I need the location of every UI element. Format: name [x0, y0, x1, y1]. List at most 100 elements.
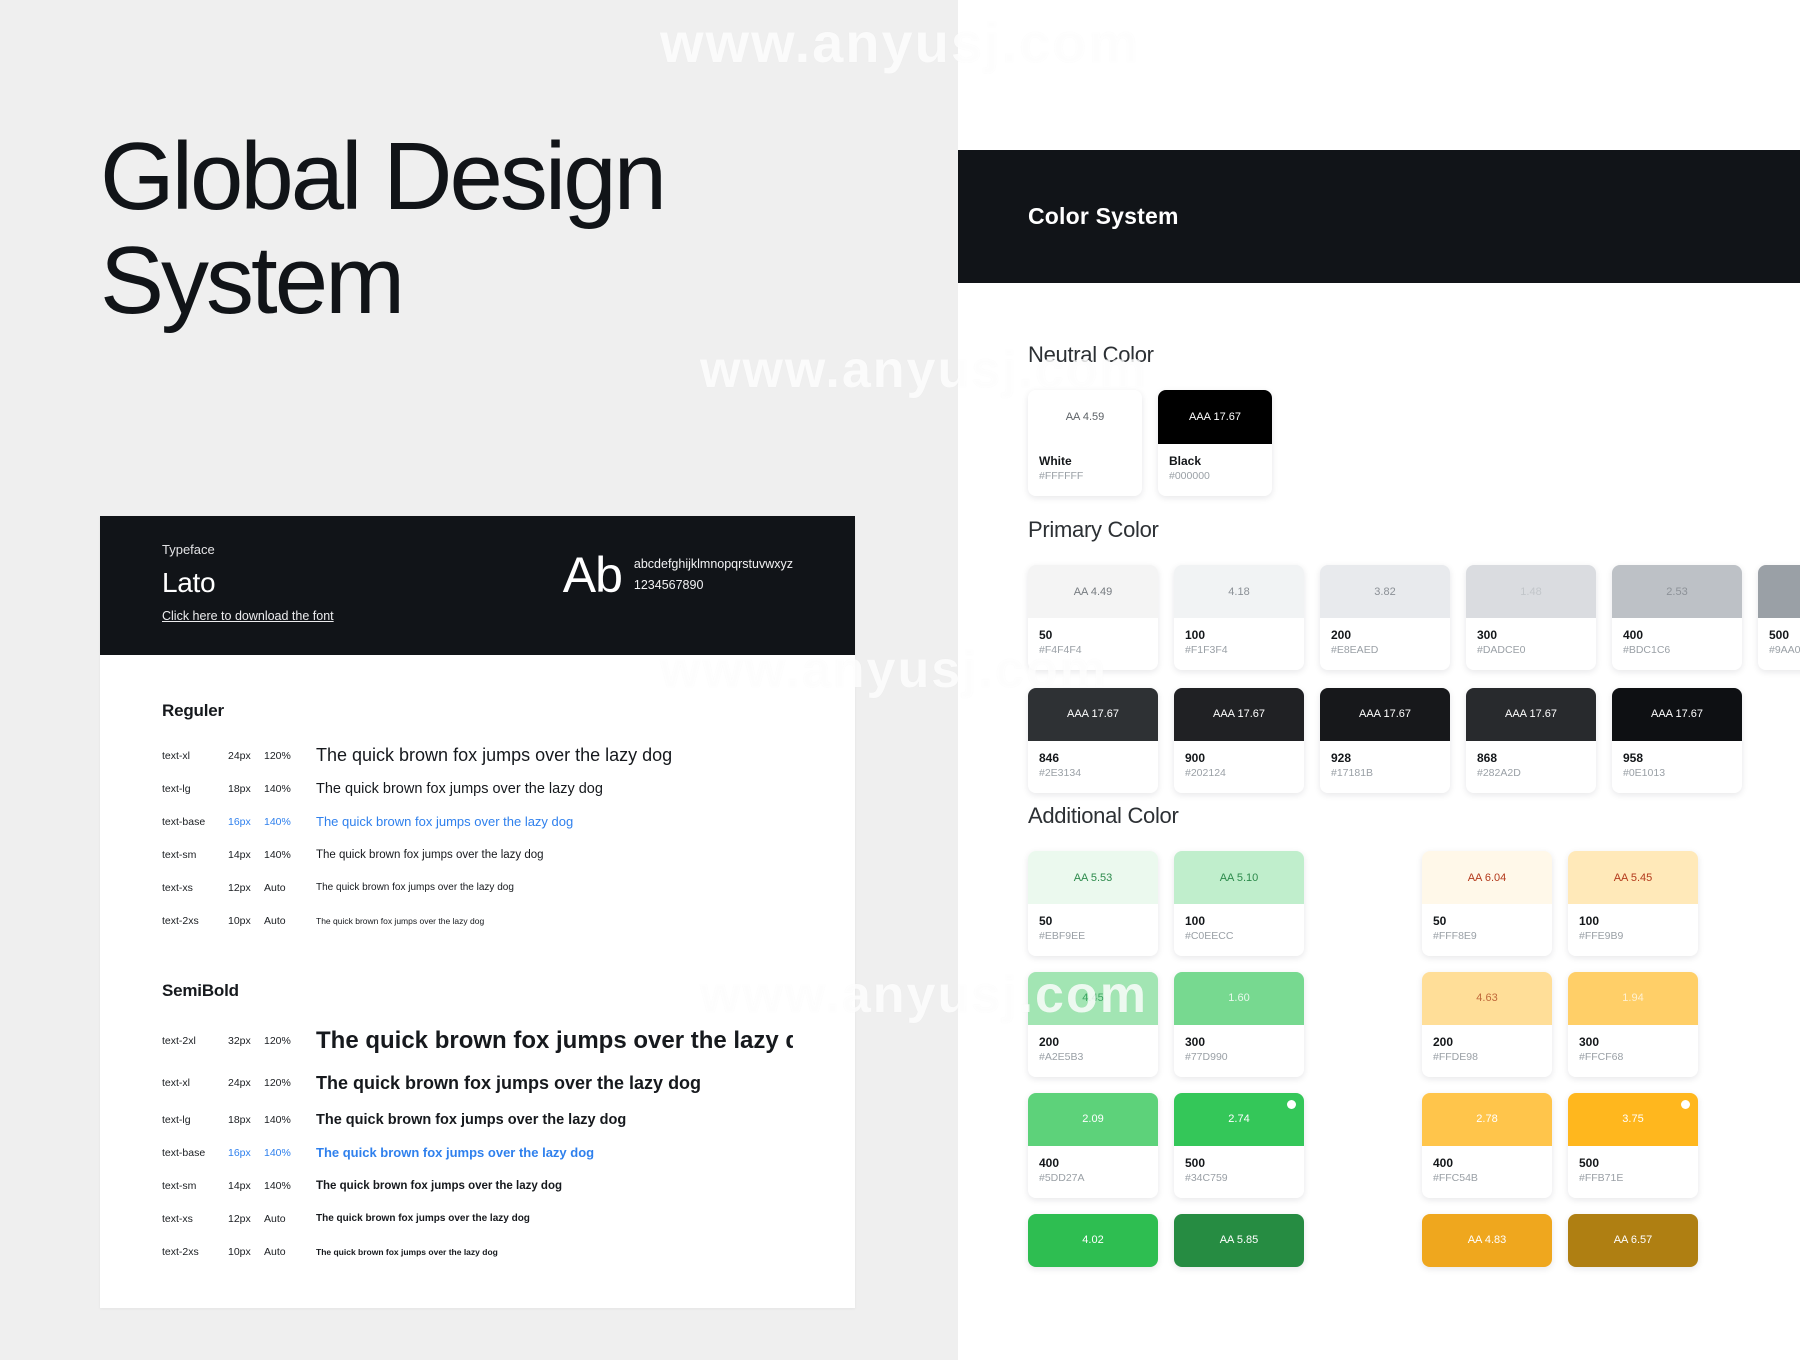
color-swatch[interactable]: 4.63 200 #FFDE98 — [1422, 971, 1552, 1077]
swatch-tone: 200 — [1331, 628, 1352, 642]
swatch-chip: 4.63 — [1422, 971, 1552, 1025]
type-token: text-base — [162, 815, 206, 828]
color-swatch[interactable]: AA 4.83 — [1422, 1213, 1552, 1267]
color-system-header: Color System — [958, 150, 1800, 283]
type-token: text-2xs — [162, 1245, 199, 1258]
type-sample: The quick brown fox jumps over the lazy … — [316, 915, 485, 926]
color-swatch[interactable]: AAA 17.67 Black #000000 — [1158, 390, 1272, 496]
swatch-tone: 100 — [1185, 628, 1206, 642]
color-swatch[interactable]: 3.75 500 #FFB71E — [1568, 1092, 1698, 1198]
right-panel: Color System Neutral Color AA 4.59 White #… — [958, 0, 1800, 1360]
download-font-link[interactable]: Click here to download the font — [162, 609, 334, 623]
color-swatch[interactable]: AA 5.53 50 #EBF9EE — [1028, 851, 1158, 956]
color-swatch[interactable]: 4.45 200 #A2E5B3 — [1028, 971, 1158, 1077]
swatch-tone: 400 — [1039, 1155, 1060, 1170]
swatch-meta: 400 #BDC1C6 — [1612, 618, 1742, 670]
type-size: 18px — [228, 1113, 251, 1126]
color-swatch[interactable]: 2.74 500 #34C759 — [1174, 1092, 1304, 1198]
swatch-chip: 4.18 — [1174, 565, 1304, 618]
swatch-meta: 200 #E8EAED — [1320, 618, 1450, 670]
color-swatch[interactable]: 2.53 400 #BDC1C6 — [1612, 565, 1742, 670]
type-row: text-2xs 10px Auto The quick brown fox j… — [162, 904, 793, 937]
swatch-hex: #FFF8E9 — [1433, 930, 1477, 943]
color-swatch[interactable]: 1.48 300 #DADCE0 — [1466, 565, 1596, 670]
specimen-glyph-list: abcdefghijklmnopqrstuvwxyz 1234567890 — [634, 554, 793, 595]
swatch-hex: #34C759 — [1185, 1171, 1228, 1184]
type-sample: The quick brown fox jumps over the lazy … — [316, 1111, 627, 1128]
color-swatch[interactable]: 2.78 400 #FFC54B — [1422, 1092, 1552, 1198]
swatch-meta: 500 #9AA0A6 — [1758, 618, 1800, 670]
type-line-height: Auto — [264, 1245, 286, 1258]
color-swatch[interactable]: 4.02 — [1028, 1213, 1158, 1267]
swatch-hex: #E8EAED — [1331, 644, 1379, 657]
specimen-alphabet: abcdefghijklmnopqrstuvwxyz — [633, 557, 793, 572]
type-token: text-lg — [162, 1113, 191, 1126]
type-size: 24px — [228, 1077, 251, 1089]
swatch-meta: 50 #F4F4F4 — [1028, 618, 1158, 670]
swatch-meta: 200 #A2E5B3 — [1028, 1024, 1158, 1077]
swatch-tone: 400 — [1623, 628, 1644, 642]
type-token: text-base — [162, 1146, 206, 1159]
color-swatch[interactable]: AA 6.57 — [1568, 1213, 1698, 1267]
color-swatch[interactable]: AAA 17.67 928 #17181B — [1320, 687, 1450, 793]
swatch-meta: 300 #DADCE0 — [1466, 618, 1596, 670]
swatch-chip: 1.60 — [1174, 971, 1304, 1025]
color-swatch[interactable]: 4.18 100 #F1F3F4 — [1174, 565, 1304, 670]
swatch-meta: 50 #FFF8E9 — [1422, 904, 1552, 956]
color-swatch[interactable]: AA 5.45 100 #FFE9B9 — [1568, 851, 1698, 956]
swatch-hex: #FFCF68 — [1579, 1051, 1624, 1064]
color-swatch[interactable]: 2.09 400 #5DD27A — [1028, 1092, 1158, 1198]
swatch-tone: 300 — [1477, 628, 1498, 642]
color-swatch[interactable]: AAA 17.67 868 #282A2D — [1466, 687, 1596, 793]
selected-dot-icon — [1681, 1099, 1690, 1109]
type-token: text-xs — [162, 1212, 193, 1225]
typeface-card: Typeface Lato Click here to download the… — [100, 516, 855, 1308]
swatch-hex: #BDC1C6 — [1623, 644, 1671, 657]
type-row: text-base 16px 140% The quick brown fox … — [162, 805, 793, 838]
swatch-tone: 400 — [1433, 1155, 1454, 1170]
type-row: text-xl 24px 120% The quick brown fox ju… — [162, 1063, 793, 1103]
swatch-chip: AA 5.85 — [1174, 1213, 1304, 1267]
color-swatch[interactable]: AAA 17.67 846 #2E3134 — [1028, 687, 1158, 793]
color-swatch[interactable]: AA 4.59 White #FFFFFF — [1028, 390, 1142, 496]
color-swatch[interactable]: 1.94 300 #FFCF68 — [1568, 971, 1698, 1077]
swatch-meta: 928 #17181B — [1320, 740, 1450, 793]
typeface-specimen: Ab abcdefghijklmnopqrstuvwxyz 1234567890 — [563, 550, 793, 600]
swatch-hex: #FFDE98 — [1433, 1051, 1478, 1064]
color-swatch[interactable]: AA 5.10 100 #C0EECC — [1174, 851, 1304, 956]
color-swatch[interactable]: AA 5.85 — [1174, 1213, 1304, 1267]
type-row: text-2xl 32px 120% The quick brown fox j… — [162, 1019, 793, 1063]
swatch-meta: 500 #34C759 — [1174, 1145, 1304, 1198]
type-token: text-lg — [162, 782, 191, 795]
type-size: 16px — [228, 815, 251, 828]
color-swatch[interactable]: AA 4.49 50 #F4F4F4 — [1028, 565, 1158, 670]
color-swatch[interactable]: AA 4.69 500 #9AA0A6 — [1758, 565, 1800, 670]
swatch-hex: #A2E5B3 — [1039, 1051, 1084, 1064]
swatch-hex: #FFB71E — [1579, 1171, 1624, 1184]
swatch-chip: 2.53 — [1612, 565, 1742, 618]
swatch-chip: AA 4.49 — [1028, 565, 1158, 618]
swatch-meta: 400 #5DD27A — [1028, 1145, 1158, 1198]
primary-color-heading: Primary Color — [1028, 517, 1159, 542]
type-line-height: Auto — [264, 1212, 286, 1225]
color-swatch[interactable]: AAA 17.67 900 #202124 — [1174, 687, 1304, 793]
swatch-tone: 868 — [1477, 750, 1498, 765]
color-swatch[interactable]: AA 6.04 50 #FFF8E9 — [1422, 851, 1552, 956]
type-line-height: 120% — [264, 1077, 291, 1089]
type-row: text-lg 18px 140% The quick brown fox ju… — [162, 1103, 793, 1136]
swatch-chip: AA 4.83 — [1422, 1213, 1552, 1267]
color-swatch[interactable]: AAA 17.67 958 #0E1013 — [1612, 687, 1742, 793]
swatch-chip: AA 4.69 — [1758, 565, 1800, 618]
swatch-chip: AA 6.04 — [1422, 851, 1552, 904]
type-row: text-base 16px 140% The quick brown fox … — [162, 1136, 793, 1169]
swatch-meta: Black #000000 — [1158, 444, 1272, 496]
swatch-hex: #F4F4F4 — [1039, 644, 1082, 657]
color-swatch[interactable]: 1.60 300 #77D990 — [1174, 971, 1304, 1077]
neutral-color-section: Neutral Color AA 4.59 White #FFFFFF AAA 17.… — [1028, 342, 1272, 496]
color-swatch[interactable]: 3.82 200 #E8EAED — [1320, 565, 1450, 670]
swatch-chip: AA 6.57 — [1568, 1213, 1698, 1267]
type-size: 24px — [228, 749, 251, 762]
type-row: text-2xs 10px Auto The quick brown fox j… — [162, 1235, 793, 1268]
type-size: 14px — [228, 848, 251, 861]
left-panel: Global Design System Typeface Lato Click… — [0, 0, 958, 1360]
